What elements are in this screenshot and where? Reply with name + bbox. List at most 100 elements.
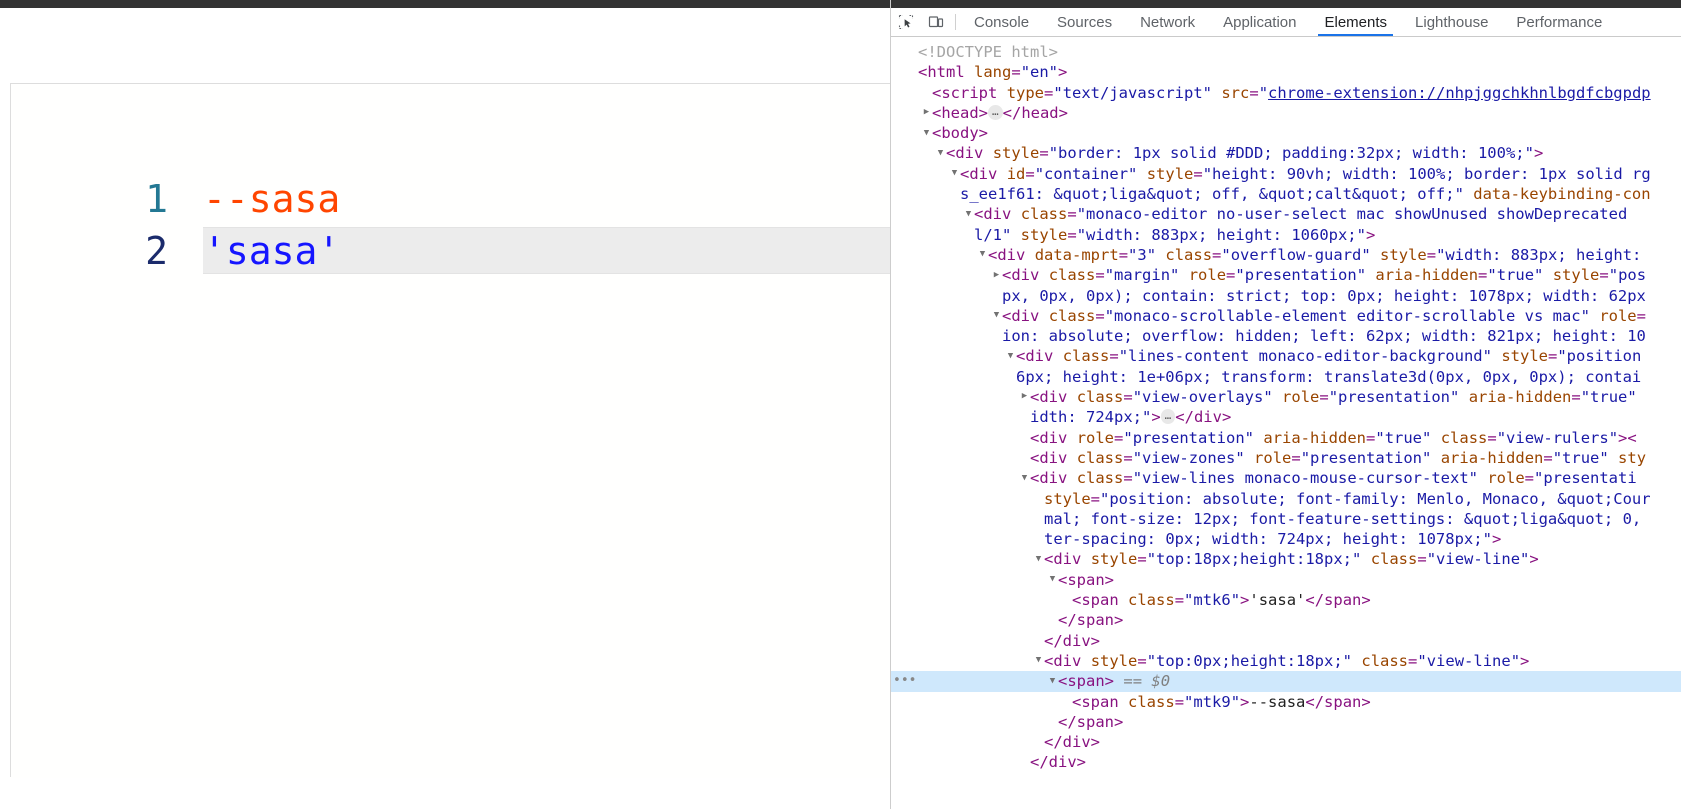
dom-text-node: 'sasa': [1249, 591, 1306, 610]
dom-tree-row[interactable]: <div style="border: 1px solid #DDD; padd…: [891, 143, 1681, 163]
tab-sources[interactable]: Sources: [1043, 8, 1126, 36]
dom-punctuation: =: [1174, 692, 1185, 711]
editor-code-line-1[interactable]: --sasa: [203, 173, 340, 225]
dom-row-twisty-closed[interactable]: [921, 103, 932, 123]
tab-network[interactable]: Network: [1126, 8, 1209, 36]
dom-punctuation: >: [1104, 672, 1115, 691]
dom-tag-name: div: [1039, 469, 1068, 488]
device-toolbar-icon[interactable]: [921, 8, 951, 36]
dom-tree-row[interactable]: </span>: [891, 712, 1681, 732]
dom-space: [1053, 347, 1062, 365]
dom-tree-row[interactable]: </div>: [891, 752, 1681, 772]
dom-punctuation: =: [1174, 591, 1185, 610]
tab-lighthouse[interactable]: Lighthouse: [1401, 8, 1502, 36]
tab-application[interactable]: Application: [1209, 8, 1310, 36]
dom-tree-row[interactable]: <div style="top:18px;height:18px;" class…: [891, 549, 1681, 569]
dom-tree-row[interactable]: style="position: absolute; font-family: …: [891, 489, 1681, 509]
dom-tree-row[interactable]: <span class="mtk9">--sasa</span>: [891, 692, 1681, 712]
dom-attribute-value: "top:18px;height:18px;": [1146, 550, 1362, 569]
dom-row-twisty-open[interactable]: [1019, 468, 1030, 488]
tab-elements[interactable]: Elements: [1310, 8, 1401, 36]
dom-row-twisty-open[interactable]: [1047, 671, 1058, 691]
dom-row-twisty-open[interactable]: [1047, 570, 1058, 590]
dom-attribute-value: "3": [1128, 245, 1157, 264]
dom-tree-row[interactable]: <head>…</head>: [891, 103, 1681, 123]
dom-tree-row[interactable]: <span class="mtk6">'sasa'</span>: [891, 590, 1681, 610]
dom-attribute-value: "pos: [1608, 266, 1647, 285]
dom-tree-row[interactable]: <div class="monaco-scrollable-element ed…: [891, 306, 1681, 326]
dom-tag-name: html: [927, 63, 965, 82]
dom-tag-name: head: [941, 103, 979, 122]
dom-tree-row[interactable]: <div id="container" style="height: 90vh;…: [891, 164, 1681, 184]
dom-punctuation: =: [1025, 164, 1035, 183]
dom-punctuation: <: [1030, 448, 1040, 467]
dom-tree-row[interactable]: <div class="lines-content monaco-editor-…: [891, 346, 1681, 366]
dom-tree-row[interactable]: <div class="view-zones" role="presentati…: [891, 448, 1681, 468]
tab-performance[interactable]: Performance: [1502, 8, 1616, 36]
dom-tree-row[interactable]: ter-spacing: 0px; width: 724px; height: …: [891, 529, 1681, 549]
dom-tag-name: div: [983, 205, 1012, 224]
dom-tree-row[interactable]: l/1" style="width: 883px; height: 1060px…: [891, 225, 1681, 245]
dom-link[interactable]: chrome-extension://nhpjggchkhnlbgdfcbgpd…: [1268, 84, 1651, 102]
dom-attribute-value: "view-rulers": [1496, 428, 1619, 447]
dom-space: [1067, 469, 1076, 487]
dom-row-twisty-open[interactable]: [921, 123, 932, 143]
dom-attribute-name: style: [1090, 651, 1138, 670]
dom-row-twisty-open[interactable]: [1033, 549, 1044, 569]
dom-tree-row[interactable]: </div>: [891, 732, 1681, 752]
dom-punctuation: <: [1044, 550, 1054, 569]
dom-tree-row[interactable]: <div class="monaco-editor no-user-select…: [891, 204, 1681, 224]
dom-tree-row[interactable]: ion: absolute; overflow: hidden; left: 6…: [891, 326, 1681, 346]
dom-tree-row[interactable]: <div class="view-overlays" role="present…: [891, 387, 1681, 407]
dom-tree-row[interactable]: <html lang="en">: [891, 62, 1681, 82]
dom-attribute-value: "view-line": [1426, 550, 1530, 569]
dom-row-twisty-open[interactable]: [1033, 651, 1044, 671]
dom-tree-row[interactable]: mal; font-size: 12px; font-feature-setti…: [891, 509, 1681, 529]
dom-tree-row[interactable]: <div class="margin" role="presentation" …: [891, 265, 1681, 285]
editor-code-line-2[interactable]: 'sasa': [203, 225, 340, 277]
dom-tree-row[interactable]: </div>: [891, 631, 1681, 651]
inspect-element-icon[interactable]: [891, 8, 921, 36]
dom-space: [1366, 266, 1375, 284]
dom-attribute-value: "mtk9": [1184, 692, 1241, 711]
dom-row-twisty-closed[interactable]: [991, 265, 1002, 285]
dom-attribute-name: style: [1552, 266, 1600, 285]
dom-tree[interactable]: <!DOCTYPE html> <html lang="en"> <script t…: [891, 38, 1681, 809]
dom-space: [1081, 652, 1090, 670]
dom-tree-row[interactable]: </span>: [891, 610, 1681, 630]
monaco-editor[interactable]: 1 2 --sasa 'sasa': [11, 84, 890, 778]
dom-row-twisty-open[interactable]: [963, 204, 974, 224]
dom-tree-row[interactable]: <body>: [891, 123, 1681, 143]
dom-attribute-value: "true": [1487, 266, 1544, 285]
dom-punctuation: =: [1524, 469, 1534, 488]
dom-punctuation: =: [1548, 347, 1558, 366]
tab-console[interactable]: Console: [960, 8, 1043, 36]
dom-attribute-value: "monaco-scrollable-element editor-scroll…: [1104, 306, 1590, 325]
dom-punctuation: >: [1114, 611, 1124, 630]
dom-punctuation: >: [1076, 753, 1087, 772]
dom-tree-row[interactable]: px, 0px, 0px); contain: strict; top: 0px…: [891, 286, 1681, 306]
dom-attribute-name: class: [1048, 266, 1096, 285]
dom-tree-row[interactable]: <div style="top:0px;height:18px;" class=…: [891, 651, 1681, 671]
dom-row-twisty-open[interactable]: [1005, 346, 1016, 366]
dom-row-twisty-open[interactable]: [991, 306, 1002, 326]
collapsed-children-icon[interactable]: …: [988, 104, 1003, 120]
dom-attribute-value: ter-spacing: 0px; width: 724px; height: …: [1044, 530, 1492, 549]
dom-tag-name: body: [941, 124, 979, 143]
dom-row-twisty-closed[interactable]: [1019, 387, 1030, 407]
dom-attribute-value: s_ee1f61: &quot;liga&quot; off, &quot;ca…: [960, 185, 1464, 204]
dom-row-twisty-open[interactable]: [977, 245, 988, 265]
dom-tree-row[interactable]: <div class="view-lines monaco-mouse-curs…: [891, 468, 1681, 488]
collapsed-children-icon[interactable]: …: [1160, 409, 1176, 425]
dom-tree-row[interactable]: 6px; height: 1e+06px; transform: transla…: [891, 367, 1681, 387]
dom-row-twisty-open[interactable]: [949, 164, 960, 184]
dom-tree-row[interactable]: s_ee1f61: &quot;liga&quot; off, &quot;ca…: [891, 184, 1681, 204]
dom-tree-row[interactable]: idth: 724px;">… </div>: [891, 407, 1681, 427]
dom-row-twisty-open[interactable]: [935, 143, 946, 163]
dom-tree-row[interactable]: <div data-mprt="3" class="overflow-guard…: [891, 245, 1681, 265]
dom-tree-row-selected[interactable]: ••• <span> == $0: [891, 671, 1681, 692]
dom-tree-row[interactable]: <!DOCTYPE html>: [891, 42, 1681, 62]
dom-tree-row[interactable]: <span>: [891, 570, 1681, 590]
dom-tree-row[interactable]: <script type="text/javascript" src="chro…: [891, 83, 1681, 103]
dom-tree-row[interactable]: <div role="presentation" aria-hidden="tr…: [891, 428, 1681, 448]
